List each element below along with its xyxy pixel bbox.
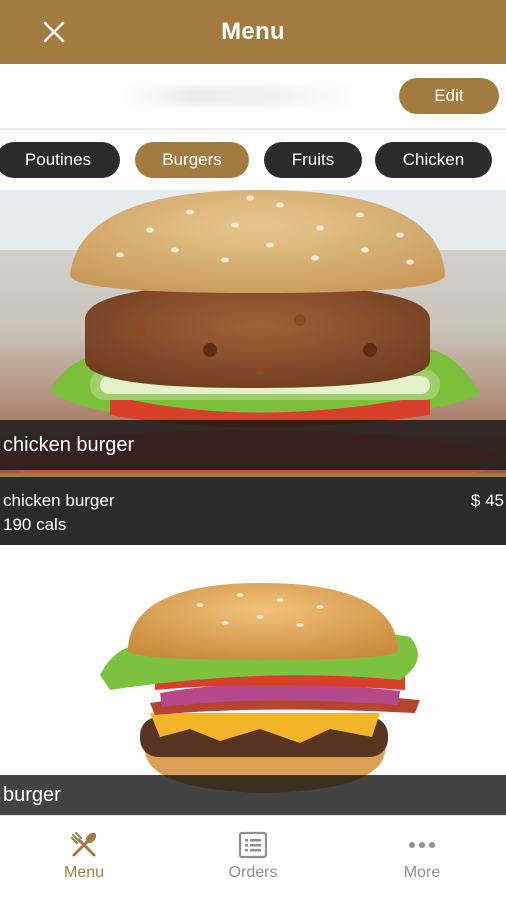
menu-item-card[interactable]: burger xyxy=(0,545,506,815)
edit-button[interactable]: Edit xyxy=(399,78,499,114)
item-calories: 190 cals xyxy=(3,515,67,534)
tab-label: Menu xyxy=(63,864,105,881)
item-overlay-title: chicken burger xyxy=(0,420,506,470)
item-name: chicken burger xyxy=(3,491,115,510)
chip-burgers[interactable]: Burgers xyxy=(135,142,249,178)
bottom-tab-bar: Menu Orders More xyxy=(0,815,506,900)
chip-poutines[interactable]: Poutines xyxy=(0,142,120,178)
item-info-bar: chicken burger 190 cals $ 45 xyxy=(0,473,506,545)
toolbar: Edit xyxy=(0,64,506,130)
page-title: Menu xyxy=(221,18,285,45)
menu-item-card[interactable]: chicken burger chicken burger 190 cals $… xyxy=(0,190,506,545)
more-icon xyxy=(409,842,435,848)
tab-label: Orders xyxy=(228,864,278,881)
category-chips: Poutines Burgers Fruits Chicken xyxy=(0,142,506,178)
item-overlay-title: burger xyxy=(0,775,506,815)
chip-fruits[interactable]: Fruits xyxy=(264,142,362,178)
utensils-icon xyxy=(71,832,97,857)
chip-chicken[interactable]: Chicken xyxy=(375,142,492,178)
blurred-area xyxy=(120,86,360,106)
app-header: Menu xyxy=(0,0,506,64)
close-button[interactable] xyxy=(38,16,70,48)
tab-label: More xyxy=(403,864,441,881)
tab-orders[interactable]: Orders xyxy=(169,816,337,900)
list-icon xyxy=(238,831,268,859)
close-icon xyxy=(43,21,65,43)
tab-menu[interactable]: Menu xyxy=(0,816,168,900)
item-price: $ 45 xyxy=(470,491,504,510)
tab-more[interactable]: More xyxy=(338,816,506,900)
